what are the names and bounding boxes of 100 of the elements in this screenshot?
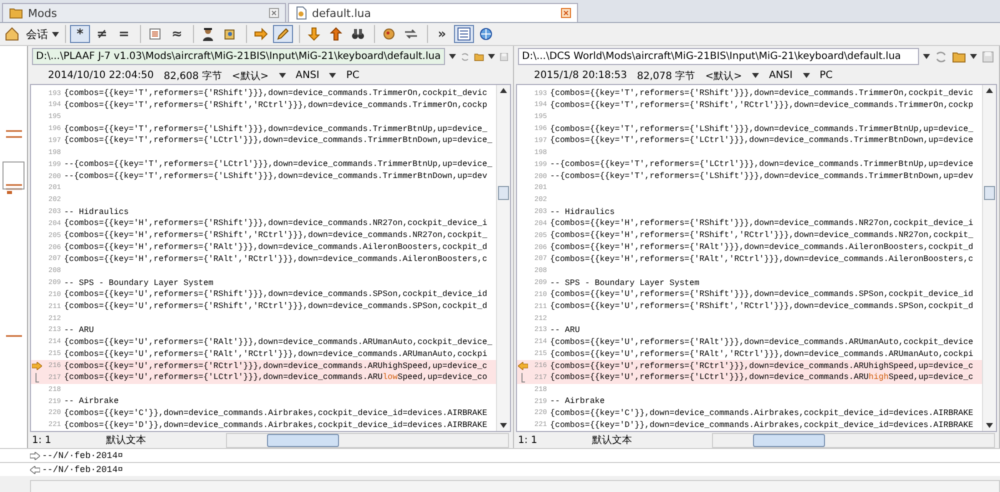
- file-size: 82,608 字节: [164, 70, 222, 83]
- file-timestamp: 2014/10/10 22:04:50: [48, 70, 154, 82]
- code-line: -- Airbrake: [550, 397, 605, 406]
- code-line: {combos={{key='U',reformers={'RAlt','RCtrl'}}},down=device_commands.ARUmanAuto,cockpi: [550, 350, 974, 359]
- dropdown-caret-icon[interactable]: [278, 73, 286, 78]
- horizontal-scrollbar[interactable]: [30, 480, 1000, 492]
- code-line: {combos={{key='U',reformers={'LCtrl'}}},down=device_commands.ARUhighSpeed,up=device_c: [550, 373, 974, 382]
- globe-icon: [478, 26, 494, 42]
- code-line: {combos={{key='U',reformers={'RCtrl'}}},down=device_commands.ARUhighSpeed,up=device_c: [550, 362, 974, 370]
- code-line: {combos={{key='H',reformers={'RShift','RCtrl'}}},down=device_commands.NR27on,cockpit_: [64, 231, 488, 240]
- close-icon[interactable]: [561, 8, 571, 18]
- code-line: {combos={{key='H',reformers={'RShift','RCtrl'}}},down=device_commands.NR27on,cockpit_: [550, 231, 974, 240]
- lines-icon: [147, 26, 163, 42]
- horizontal-scrollbar[interactable]: [712, 432, 995, 448]
- toolbar-button[interactable]: »: [432, 25, 452, 43]
- session-menu[interactable]: 会话: [22, 26, 63, 42]
- dropdown-caret-icon[interactable]: [448, 54, 456, 60]
- code-line: {combos={{key='U',reformers={'RAlt'}}},down=device_commands.ARUmanAuto,cockpit_device_: [64, 338, 492, 347]
- list-icon: [456, 26, 472, 42]
- file-size: 82,078 字节: [637, 70, 696, 83]
- code-line: -- Airbrake: [64, 397, 119, 406]
- code-line: --{combos={{key='T',reformers={'LCtrl'}}},down=device_commands.TrimmerBtnUp,up=device_: [64, 160, 492, 170]
- code-line: {combos={{key='C'}},down=device_commands.Airbrakes,cockpit_device_id=devices.AIRBRAKE: [550, 408, 974, 418]
- code-line: {combos={{key='T',reformers={'LShift'}}},down=device_commands.TrimmerBtnUp,up=device_: [550, 124, 974, 134]
- folder-icon[interactable]: [952, 50, 966, 64]
- toolbar-button[interactable]: [454, 25, 474, 43]
- path-field[interactable]: D:\...\DCS World\Mods\aircraft\MiG-21BIS\Input\MiG-21\keyboard\default.lua: [518, 48, 919, 66]
- vertical-scrollbar[interactable]: [496, 84, 510, 432]
- code-line: {combos={{key='T',reformers={'LShift'}}},down=device_commands.TrimmerBtnUp,up=device_: [64, 124, 488, 134]
- code-line: {combos={{key='H',reformers={'RAlt'}}},down=device_commands.AileronBoosters,cockpit_d: [64, 243, 488, 252]
- caret-icon[interactable]: [52, 32, 59, 36]
- arrow-down-icon: [306, 26, 322, 42]
- tab[interactable]: default.lua: [288, 3, 578, 22]
- dropdown-caret-icon[interactable]: [329, 73, 336, 78]
- code-line: {combos={{key='U',reformers={'RShift'}}},down=device_commands.SPSon,cockpit_device_id: [550, 290, 974, 300]
- encoding-menu[interactable]: ANSI: [768, 70, 793, 82]
- line-ending-menu[interactable]: PC: [346, 70, 360, 82]
- code-line: {combos={{key='U',reformers={'LCtrl'}}},down=device_commands.ARUlowSpeed,up=device_co: [64, 373, 488, 382]
- cursor-position: 1: 1: [517, 434, 538, 446]
- format-menu[interactable]: <默认>: [232, 68, 269, 83]
- scroll-thumb[interactable]: [753, 434, 825, 447]
- path-field[interactable]: D:\...\PLAAF J-7 v1.03\Mods\aircraft\MiG-21BIS\Input\MiG-21\keyboard\default.lua: [32, 48, 445, 66]
- code-line: --{combos={{key='T',reformers={'LShift'}}},down=device_commands.TrimmerBtnDown,up=dev: [64, 172, 488, 181]
- head-icon: [381, 26, 397, 42]
- format-menu[interactable]: <默认>: [705, 68, 742, 83]
- code-line: {combos={{key='C'}},down=device_commands.Airbrakes,cockpit_device_id=devices.AIRBRAKE: [64, 408, 488, 418]
- code-line: {combos={{key='H',reformers={'RAlt','RCtrl'}}},down=device_commands.AileronBoosters,c: [550, 254, 974, 264]
- code-line: -- ARU: [64, 326, 94, 335]
- toolbar-button[interactable]: *: [70, 25, 90, 43]
- tab[interactable]: Mods: [2, 3, 286, 22]
- code-line: -- Hidraulics: [64, 208, 129, 217]
- toolbar-button[interactable]: ≈: [167, 25, 187, 43]
- code-line: {combos={{key='H',reformers={'RShift'}}},down=device_commands.NR27on,cockpit_device_i: [550, 219, 974, 228]
- dropdown-caret-icon[interactable]: [752, 73, 759, 78]
- line-ending-menu[interactable]: PC: [820, 70, 833, 82]
- code-line: {combos={{key='U',reformers={'RShift','RCtrl'}}},down=device_commands.SPSon,cockpit_d: [550, 302, 974, 312]
- code-line: {combos={{key='T',reformers={'RShift','RCtrl'}}},down=device_commands.TrimmerOn,cockp: [64, 100, 488, 110]
- dropdown-caret-icon[interactable]: [802, 73, 810, 78]
- dropdown-caret-icon[interactable]: [970, 54, 977, 60]
- code-line: -- SPS - Boundary Layer System: [550, 278, 700, 288]
- code-line: -- ARU: [550, 326, 580, 335]
- text-format-label: 默认文本: [105, 434, 147, 448]
- scroll-up-icon[interactable]: [500, 88, 507, 93]
- toolbar-button[interactable]: ≠: [92, 25, 112, 43]
- code-line: -- SPS - Boundary Layer System: [64, 278, 214, 288]
- code-line: --{combos={{key='T',reformers={'LShift'}}},down=device_commands.TrimmerBtnDown,up=dev: [550, 172, 974, 181]
- code-line: {combos={{key='U',reformers={'RAlt'}}},down=device_commands.ARUmanAuto,cockpit_device: [550, 338, 974, 347]
- document-icon: [295, 6, 307, 20]
- code-line: {combos={{key='U',reformers={'RShift','RCtrl'}}},down=device_commands.SPSon,cockpit_d: [64, 302, 488, 312]
- code-line: {combos={{key='D'}},down=device_commands.Airbrakes,cockpit_device_id=devices.AIRBRAKE: [64, 420, 488, 430]
- code-line: {combos={{key='U',reformers={'RAlt','RCtrl'}}},down=device_commands.ARUmanAuto,cockpi: [64, 350, 488, 359]
- vertical-scrollbar[interactable]: [982, 84, 996, 432]
- code-line: {combos={{key='H',reformers={'RAlt'}}},down=device_commands.AileronBoosters,cockpit_d: [550, 243, 974, 252]
- code-line: -- Hidraulics: [550, 208, 615, 217]
- code-line: --{combos={{key='T',reformers={'LCtrl'}}},down=device_commands.TrimmerBtnUp,up=device: [550, 160, 974, 170]
- toolbar-button[interactable]: =: [114, 25, 134, 43]
- scroll-thumb[interactable]: [984, 186, 995, 200]
- code-line: {combos={{key='T',reformers={'LCtrl'}}},down=device_commands.TrimmerBtnDown,up=device: [550, 136, 974, 146]
- code-line: {combos={{key='T',reformers={'RShift'}}},down=device_commands.TrimmerOn,cockpit_devic: [550, 89, 974, 98]
- code-line: {combos={{key='T',reformers={'RShift','RCtrl'}}},down=device_commands.TrimmerOn,cockp: [550, 100, 974, 110]
- scroll-down-icon[interactable]: [986, 423, 993, 428]
- encoding-menu[interactable]: ANSI: [296, 70, 320, 82]
- scroll-up-icon[interactable]: [986, 88, 993, 93]
- scroll-thumb[interactable]: [498, 186, 509, 200]
- home-icon[interactable]: [4, 26, 20, 42]
- code-line: {combos={{key='D'}},down=device_commands.Airbrakes,cockpit_device_id=devices.AIRBRAKE: [550, 420, 974, 430]
- horizontal-scrollbar[interactable]: [226, 432, 509, 448]
- code-line: {combos={{key='H',reformers={'RAlt','RCtrl'}}},down=device_commands.AileronBoosters,c: [64, 254, 488, 264]
- dropdown-caret-icon[interactable]: [923, 54, 930, 60]
- scroll-down-icon[interactable]: [500, 423, 507, 428]
- binoculars-icon: [350, 26, 366, 42]
- arrow-right-icon: [253, 26, 269, 42]
- scroll-thumb[interactable]: [267, 434, 339, 447]
- dropdown-caret-icon[interactable]: [488, 54, 495, 60]
- code-line: {combos={{key='U',reformers={'RShift'}}},down=device_commands.SPSon,cockpit_device_id: [64, 290, 488, 300]
- arrow-up-icon: [328, 26, 344, 42]
- close-icon[interactable]: [269, 8, 279, 18]
- arrow-right-icon: [30, 452, 40, 460]
- cursor-position: 1: 1: [31, 434, 52, 446]
- arrow-left-icon: [30, 466, 40, 474]
